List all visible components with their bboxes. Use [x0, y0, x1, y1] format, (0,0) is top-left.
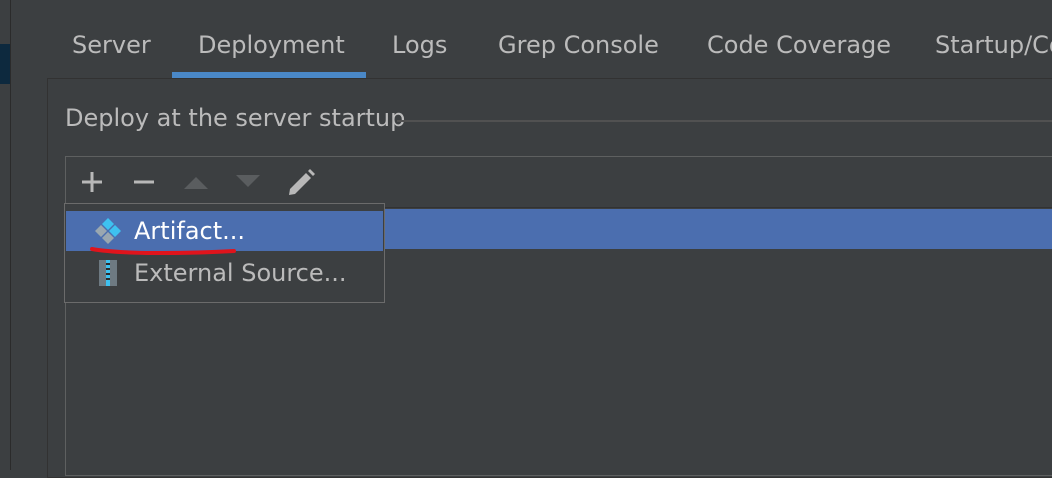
tab-startup-connection[interactable]: Startup/Co [935, 0, 1052, 78]
add-button[interactable] [75, 165, 109, 199]
remove-button[interactable] [127, 165, 161, 199]
section-title: Deploy at the server startup [65, 104, 406, 132]
move-up-icon [184, 177, 208, 189]
edit-button[interactable] [284, 165, 318, 199]
move-down-button[interactable] [231, 165, 265, 199]
tab-deployment[interactable]: Deployment [198, 0, 345, 78]
menu-item-external-source[interactable]: External Source... [66, 253, 383, 293]
tab-code-coverage[interactable]: Code Coverage [707, 0, 891, 78]
tab-bar: Server Deployment Logs Grep Console Code… [47, 0, 1052, 78]
plus-icon [82, 172, 102, 192]
minus-icon [134, 180, 154, 184]
artifact-icon [90, 214, 126, 248]
tab-logs[interactable]: Logs [392, 0, 447, 78]
menu-item-artifact[interactable]: Artifact... [66, 211, 383, 251]
menu-item-label: Artifact... [134, 217, 246, 245]
edit-pencil-icon [289, 169, 315, 195]
archive-icon [90, 256, 126, 290]
move-up-button[interactable] [179, 165, 213, 199]
red-annotation-underline [90, 247, 236, 256]
menu-item-label: External Source... [134, 259, 347, 287]
section-divider [397, 120, 1052, 122]
move-down-icon [236, 175, 260, 187]
tab-grep-console[interactable]: Grep Console [498, 0, 659, 78]
left-sidebar-selection [0, 44, 10, 84]
tab-server[interactable]: Server [72, 0, 151, 78]
list-toolbar [66, 157, 1052, 208]
